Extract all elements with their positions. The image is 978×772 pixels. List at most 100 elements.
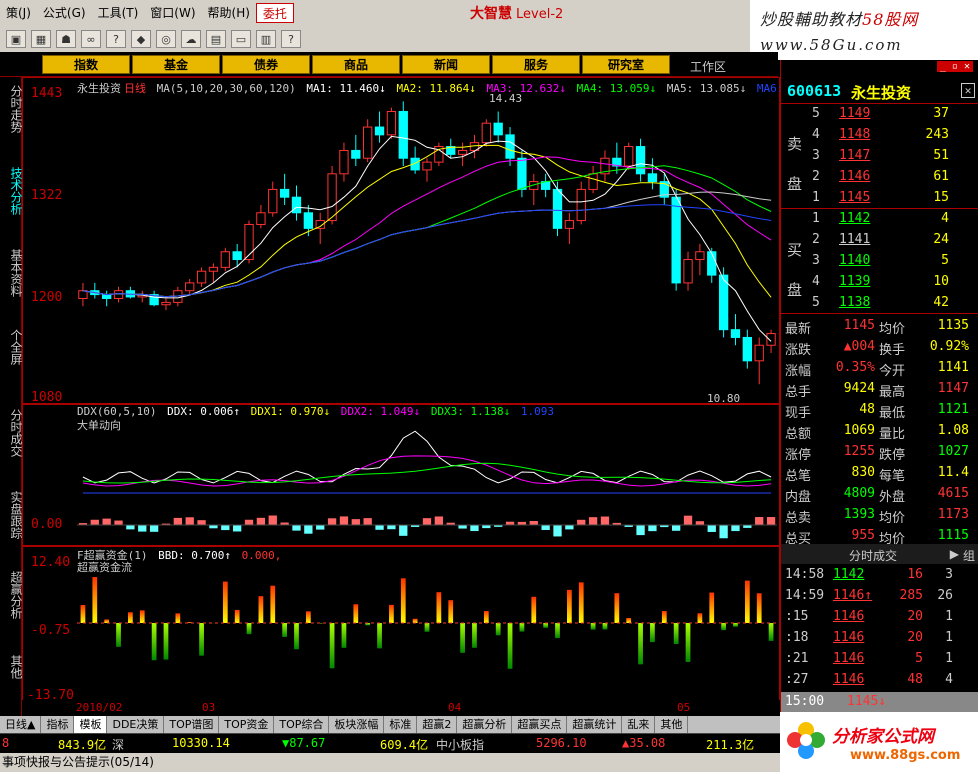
status-sz-index: 10330.14 <box>172 736 230 750</box>
sidebar-tab-technical[interactable]: 技术分析 <box>0 163 23 219</box>
workarea-label[interactable]: 工作区 <box>690 58 726 75</box>
menu-trade[interactable]: 委托 <box>255 3 294 23</box>
nav-index-button[interactable]: 指数 <box>42 55 130 74</box>
sell-level-3[interactable]: 3 1147 51 <box>781 148 978 169</box>
stat-value: 1069 <box>843 423 875 438</box>
tick-row: 14:58 1142 16 3 <box>781 565 978 586</box>
super-bar-up <box>80 605 86 623</box>
tab-dde[interactable]: DDE决策 <box>107 716 165 733</box>
brand-name: 大智慧 <box>470 6 512 22</box>
buy-level-4[interactable]: 4 1139 10 <box>781 274 978 295</box>
sell-level-5[interactable]: 5 1149 37 <box>781 106 978 127</box>
sell-level-1[interactable]: 1 1145 15 <box>781 190 978 211</box>
tab-luanlai[interactable]: 乱来 <box>622 716 656 733</box>
super-chart[interactable] <box>77 561 777 701</box>
sidebar-tab-ticks[interactable]: 分时成交 <box>0 405 23 461</box>
sell-level-4[interactable]: 4 1148 243 <box>781 127 978 148</box>
candle-body <box>374 126 385 136</box>
tab-super-stats[interactable]: 超赢统计 <box>567 716 623 733</box>
sidebar-tab-intraday[interactable]: 分时走势 <box>0 81 23 137</box>
tab-top-combo[interactable]: TOP综合 <box>274 716 330 733</box>
sell-level-2[interactable]: 2 1146 61 <box>781 169 978 190</box>
menu-strategy[interactable]: 策(J) <box>0 3 37 23</box>
sidebar-tab-fundamental[interactable]: 基本资料 <box>0 245 23 301</box>
level-number: 1 <box>812 190 820 205</box>
sidebar-tab-tracking[interactable]: 实盘跟踪 <box>0 487 23 543</box>
buy-level-5[interactable]: 5 1138 42 <box>781 295 978 316</box>
nav-commodity-button[interactable]: 商品 <box>312 55 400 74</box>
stat-label: 最新 <box>785 322 812 337</box>
y-tick-1322: 1322 <box>31 188 63 203</box>
play-icon[interactable]: ▶ <box>950 547 959 561</box>
tab-top-fund[interactable]: TOP资金 <box>219 716 275 733</box>
candle-body <box>552 188 563 229</box>
nav-research-button[interactable]: 研究室 <box>582 55 670 74</box>
level-number: 4 <box>812 274 820 289</box>
ddx-chart[interactable] <box>77 417 777 545</box>
tab-other[interactable]: 其他 <box>655 716 689 733</box>
help-pointer-icon[interactable]: ? <box>281 30 301 48</box>
cloud-icon[interactable]: ☁ <box>181 30 201 48</box>
window-controls-icon[interactable]: _ ▫ ✕ <box>936 61 973 72</box>
menu-tools[interactable]: 工具(T) <box>92 3 145 23</box>
kline-chart[interactable] <box>77 92 777 402</box>
close-icon[interactable]: ✕ <box>961 83 975 98</box>
chart-icon[interactable]: ▥ <box>256 30 276 48</box>
stat-label: 最低 <box>879 406 906 421</box>
nav-service-button[interactable]: 服务 <box>492 55 580 74</box>
tick-time: 14:59 <box>785 588 825 603</box>
window-icon[interactable]: ▭ <box>231 30 251 48</box>
menu-formula[interactable]: 公式(G) <box>37 3 92 23</box>
menu-window[interactable]: 窗口(W) <box>144 3 201 23</box>
stat-row: 总卖 1393 均价 1173 <box>781 505 978 526</box>
kline-panel[interactable]: 永生投资 日线 MA(5,10,20,30,60,120) MA1: 11.460… <box>22 77 836 405</box>
tick-count: 26 <box>937 588 953 603</box>
menu-help[interactable]: 帮助(H) <box>202 3 256 23</box>
tab-super-buy[interactable]: 超赢买点 <box>512 716 568 733</box>
stat-label: 总手 <box>785 385 812 400</box>
buy-level-2[interactable]: 2 1141 24 <box>781 232 978 253</box>
tab-super2[interactable]: 超赢2 <box>417 716 458 733</box>
buy-level-1[interactable]: 1 1142 4 <box>781 211 978 232</box>
tab-indicator[interactable]: 指标 <box>41 716 75 733</box>
ticks-tab-title[interactable]: 分时成交 <box>849 547 897 564</box>
info-bar[interactable]: 事项快报与公告提示(05/14) <box>0 753 780 772</box>
sidebar-tab-fullscreen[interactable]: 个全屏 <box>0 325 23 369</box>
super-bar-up <box>744 580 750 623</box>
tab-template[interactable]: 模板 <box>74 716 108 733</box>
candle-body <box>505 134 515 159</box>
ddx-panel[interactable]: DDX(60,5,10) DDX: 0.006↑ DDX1: 0.970↓ DD… <box>22 404 780 546</box>
stat-row: 总笔 830 每笔 11.4 <box>781 463 978 484</box>
date-axis: 2010/02 03 04 05 <box>22 700 780 716</box>
tab-top-chart[interactable]: TOP谱图 <box>164 716 220 733</box>
stat-label: 涨跌 <box>785 343 812 358</box>
grid-icon[interactable]: ▦ <box>31 30 51 48</box>
super-bar-down <box>768 623 774 641</box>
tick-row: :27 1146 48 4 <box>781 670 978 691</box>
sidebar-tab-super[interactable]: 超赢分析 <box>0 567 23 623</box>
super-panel[interactable]: F超赢资金(1) BBD: 0.700↑ 0.000, 超赢资金流 12.40 … <box>22 546 780 706</box>
question-icon[interactable]: ? <box>106 30 126 48</box>
sidebar-tab-other[interactable]: 其他 <box>0 651 23 683</box>
tab-period[interactable]: 日线▲ <box>0 716 42 733</box>
diamond-icon[interactable]: ◆ <box>131 30 151 48</box>
super-bar-up <box>353 604 359 623</box>
group-button[interactable]: 组 <box>963 547 975 564</box>
candle-body <box>730 329 741 338</box>
buy-level-3[interactable]: 3 1140 5 <box>781 253 978 274</box>
nav-fund-button[interactable]: 基金 <box>132 55 220 74</box>
tab-sector[interactable]: 板块涨幅 <box>329 716 385 733</box>
flag-icon[interactable]: ▣ <box>6 30 26 48</box>
people-icon[interactable]: ☗ <box>56 30 76 48</box>
time-bar: 15:00 1145↓ <box>781 692 978 712</box>
ddx-bar <box>577 519 586 525</box>
tab-standard[interactable]: 标准 <box>384 716 418 733</box>
stat-value: 4615 <box>937 486 969 501</box>
target-icon[interactable]: ◎ <box>156 30 176 48</box>
binoculars-icon[interactable]: ∞ <box>81 30 101 48</box>
ddx-bar <box>268 515 277 525</box>
nav-bond-button[interactable]: 债券 <box>222 55 310 74</box>
nav-news-button[interactable]: 新闻 <box>402 55 490 74</box>
tab-super-analysis[interactable]: 超赢分析 <box>457 716 513 733</box>
document-icon[interactable]: ▤ <box>206 30 226 48</box>
